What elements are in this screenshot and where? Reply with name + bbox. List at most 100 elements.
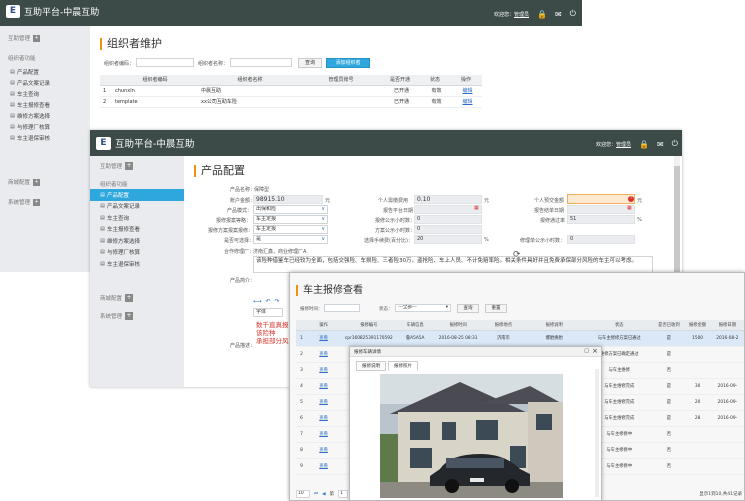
table-row[interactable]: 1 查看 cpr160825391170592 鲁A5A5A 2016-08-25 08…	[296, 330, 744, 347]
undo-icon[interactable]: ↶	[266, 298, 271, 308]
plan-hours-field[interactable]: 0	[414, 225, 482, 234]
table-cell: 已开通	[380, 96, 420, 108]
platform-date-field[interactable]	[414, 205, 482, 214]
mail-icon[interactable]: ✉	[657, 140, 664, 149]
reset-button[interactable]: 重置	[485, 304, 507, 313]
menu-item-icon: ▤	[10, 101, 15, 108]
column-header: 是否开通	[380, 75, 420, 86]
sidebar-group-mall[interactable]: 商城配置 +	[100, 294, 134, 302]
code-input[interactable]	[136, 58, 194, 67]
table-cell[interactable]: 查看	[307, 458, 341, 475]
toggle-icon: +	[33, 178, 41, 186]
sidebar-item[interactable]: ▤ 产品配置	[90, 189, 184, 201]
menu-item-icon: ▤	[100, 249, 105, 256]
link-icon[interactable]: ⟷	[253, 298, 262, 308]
menu-item-icon: ▤	[100, 260, 105, 267]
prev-page-icon[interactable]: ◀	[322, 492, 325, 497]
page-number-input[interactable]: 1	[338, 490, 349, 498]
can-choose-select[interactable]: 是 ∨	[253, 235, 328, 244]
sidebar-item[interactable]: ▤ 车主查询	[90, 212, 184, 224]
add-organizer-button[interactable]: 添加组织者	[326, 58, 370, 68]
table-cell[interactable]: 编辑	[450, 85, 482, 97]
manage-hours-field[interactable]: 0	[567, 235, 635, 244]
first-page-icon[interactable]: ⏮	[314, 491, 318, 497]
personal-pay-field[interactable]	[567, 194, 635, 204]
mail-icon[interactable]: ✉	[555, 10, 562, 19]
user-link[interactable]: 管理员	[616, 142, 631, 148]
sidebar-item[interactable]: ▤ 车主退保审核	[90, 258, 184, 270]
search-button[interactable]: 查询	[298, 58, 322, 68]
table-cell: 2016-09-	[710, 410, 744, 427]
report-hours-field[interactable]: 0	[414, 215, 482, 224]
table-cell: 中晨互助	[198, 85, 302, 97]
redo-icon[interactable]: ↷	[275, 298, 280, 308]
sidebar-item[interactable]: ▤ 产品配置	[0, 66, 90, 77]
search-button[interactable]: 查询	[457, 304, 479, 313]
sidebar-item-label: 车主退保审核	[107, 261, 141, 268]
sidebar-item[interactable]: ▤ 产品文案记录	[90, 201, 184, 213]
repair-rule-select[interactable]: 车主定报 ∨	[253, 215, 328, 224]
pass-rate-field[interactable]: 51	[567, 215, 635, 224]
percent-unit: %	[637, 217, 642, 223]
table-cell: 4	[296, 378, 308, 395]
sidebar-group-mutual[interactable]: 互助管理 +	[8, 34, 41, 42]
table-cell: 20	[684, 394, 711, 411]
toggle-icon: +	[125, 162, 134, 170]
sidebar-group-mall[interactable]: 商城配置 +	[8, 178, 41, 186]
page-size-select[interactable]: 10	[296, 490, 310, 498]
sidebar-item[interactable]: ▤ 与修理厂核算	[0, 121, 90, 132]
table-cell[interactable]: 查看	[307, 410, 341, 427]
menu-item-icon: ▤	[100, 226, 105, 233]
table-cell: 7	[296, 426, 308, 443]
power-icon[interactable]: ⏻	[672, 139, 678, 149]
time-input[interactable]	[324, 304, 360, 312]
sidebar-item[interactable]: ▤ 车主退保审核	[0, 132, 90, 143]
house-car-photo	[380, 374, 563, 498]
sidebar-item[interactable]: ▤ 车主查询	[0, 88, 90, 99]
calendar-icon[interactable]: ▦	[627, 205, 632, 211]
close-icon[interactable]: ×	[592, 347, 598, 355]
table-cell[interactable]: 查看	[307, 330, 341, 347]
calendar-icon[interactable]: ▦	[474, 205, 479, 211]
product-mode-select[interactable]: 出保和险 ∨	[253, 205, 328, 214]
lock-icon[interactable]: 🔒	[537, 10, 547, 19]
power-icon[interactable]: ⏻	[570, 9, 576, 19]
sidebar-item[interactable]: ▤ 车主报修查看	[0, 99, 90, 110]
dialog-scrollbar[interactable]	[595, 369, 599, 497]
sidebar-group-system[interactable]: 系统管理 +	[100, 312, 134, 320]
lock-icon[interactable]: 🔒	[639, 140, 649, 149]
column-header: 报修时间	[432, 320, 484, 331]
sidebar-item[interactable]: ▤ 维修方案选择	[0, 110, 90, 121]
maximize-icon[interactable]: □	[584, 348, 589, 354]
sidebar-item[interactable]: ▤ 产品文案记录	[0, 77, 90, 88]
status-select[interactable]: ---全部--- ▾	[395, 304, 451, 312]
table-cell[interactable]: 编辑	[450, 96, 482, 108]
rotate-handle-icon[interactable]: ⟳	[513, 250, 521, 260]
table-cell[interactable]: 查看	[307, 362, 341, 379]
intro-textarea[interactable]: 该险种借鉴车已经较为全面，包括交强险、车损险、三者险30万，盗抢险、车上人员、不…	[253, 256, 653, 273]
sidebar-group-system[interactable]: 系统管理 +	[8, 198, 41, 206]
open-date-field[interactable]	[567, 205, 635, 214]
sidebar-item[interactable]: ▤ 与修理厂核算	[90, 247, 184, 259]
table-cell[interactable]: 查看	[307, 394, 341, 411]
name-input[interactable]	[230, 58, 292, 67]
tab-repair-desc[interactable]: 报修说明	[356, 361, 386, 371]
menu-item-icon: ▤	[10, 90, 15, 97]
code-label: 组织者编码：	[104, 61, 135, 67]
sidebar-group-mutual[interactable]: 互助管理 +	[100, 162, 134, 170]
table-cell[interactable]: 查看	[307, 346, 341, 363]
table-cell[interactable]: 查看	[307, 442, 341, 459]
welcome-text: 欢迎您：管理员	[595, 141, 631, 148]
font-select[interactable]: 字体	[253, 308, 283, 317]
organizer-table: 组织者编码 组织者名称 管理员账号 是否开通 状态 操作 1 chunxin 中晨互助 已开通有…	[100, 75, 482, 108]
dialog-titlebar: 报修车辆详情 □ ×	[350, 347, 601, 357]
sidebar-item[interactable]: ▤ 维修方案选择	[90, 235, 184, 247]
repair-plan-select[interactable]: 车主定报 ∨	[253, 225, 328, 234]
table-cell: 是	[653, 410, 685, 427]
sidebar-item[interactable]: ▤ 车主报修查看	[90, 224, 184, 236]
table-cell[interactable]: 查看	[307, 426, 341, 443]
user-link[interactable]: 管理员	[514, 12, 529, 18]
tab-repair-photo[interactable]: 报修照片	[388, 361, 418, 371]
table-cell[interactable]: 查看	[307, 378, 341, 395]
fee-rate-field[interactable]: 20	[414, 235, 482, 244]
